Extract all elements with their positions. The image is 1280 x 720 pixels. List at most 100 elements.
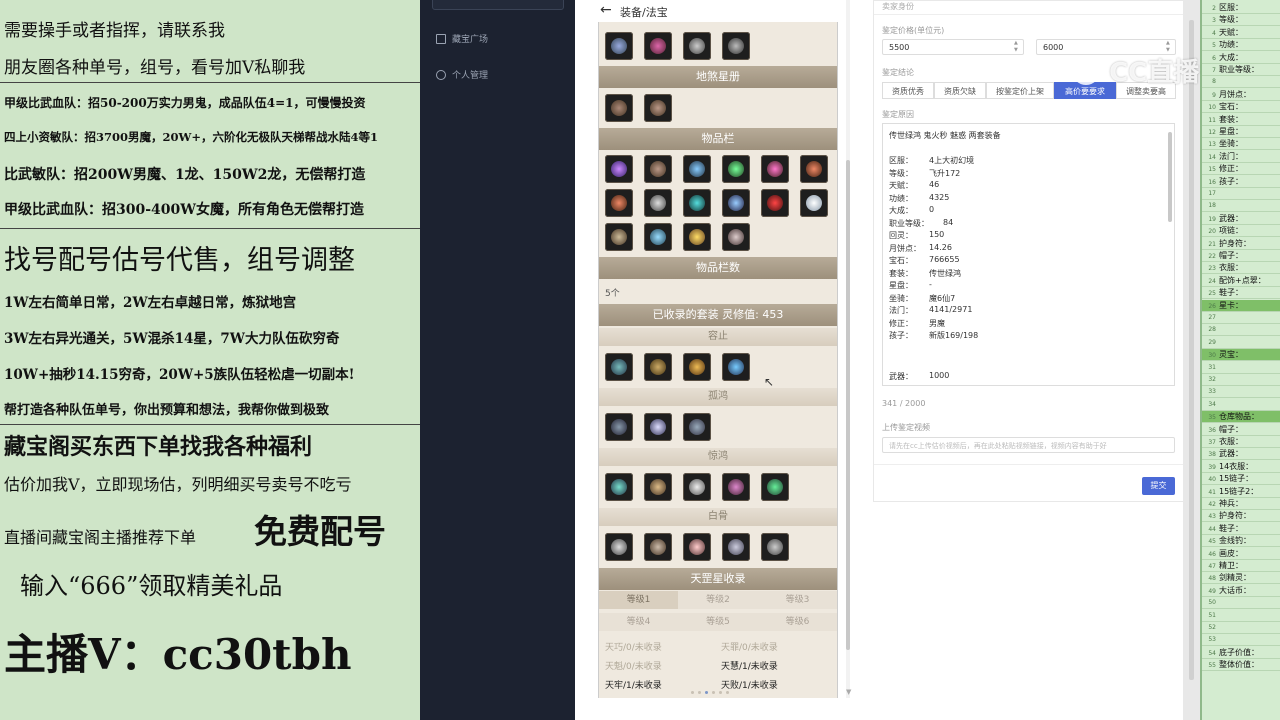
- item-icon[interactable]: [644, 32, 672, 60]
- item-icon[interactable]: [761, 189, 789, 217]
- item-icon[interactable]: [722, 32, 750, 60]
- item-icon[interactable]: [683, 413, 711, 441]
- sidebar-item-market[interactable]: 藏宝广场: [436, 32, 488, 45]
- item-icon[interactable]: [644, 533, 672, 561]
- item-icon[interactable]: [722, 533, 750, 561]
- level-tab-1[interactable]: 等级1: [599, 591, 678, 609]
- sheet-row[interactable]: 9 月饼点：: [1202, 89, 1280, 101]
- sheet-row[interactable]: 45 金线钓：: [1202, 535, 1280, 548]
- sheet-row[interactable]: 39 14衣服：: [1202, 461, 1280, 473]
- item-icon[interactable]: [605, 32, 633, 60]
- sheet-row[interactable]: 10 宝石：: [1202, 101, 1280, 114]
- item-icon[interactable]: [644, 223, 672, 251]
- item-icon[interactable]: [644, 473, 672, 501]
- sheet-row[interactable]: 42 神兵：: [1202, 498, 1280, 510]
- reason-textarea[interactable]: 传世绿鸿 鬼火秒 魅惑 两套装备 区服： 4上大初幻境 等级： 飞升172 天赋： 46 功…: [882, 123, 1175, 386]
- item-icon[interactable]: [683, 155, 711, 183]
- sheet-row[interactable]: 17: [1202, 188, 1280, 200]
- item-icon[interactable]: [644, 413, 672, 441]
- sheet-row[interactable]: 30 灵宝：: [1202, 349, 1280, 362]
- sheet-row[interactable]: 29: [1202, 337, 1280, 349]
- item-icon[interactable]: [722, 353, 750, 381]
- sheet-row[interactable]: 43 护身符：: [1202, 510, 1280, 523]
- level-tab-5[interactable]: 等级5: [678, 613, 758, 631]
- level-tab-2[interactable]: 等级2: [678, 591, 758, 609]
- sheet-row[interactable]: 53: [1202, 634, 1280, 647]
- sheet-row[interactable]: 5 功绩：: [1202, 39, 1280, 52]
- item-icon[interactable]: [722, 223, 750, 251]
- textarea-scrollbar[interactable]: [1168, 132, 1172, 222]
- item-icon[interactable]: [722, 473, 750, 501]
- back-arrow-icon[interactable]: ←: [600, 2, 612, 18]
- sheet-row[interactable]: 54 底子价值：: [1202, 647, 1280, 659]
- sheet-row[interactable]: 55 整体价值：: [1202, 659, 1280, 672]
- sheet-row[interactable]: 44 鞋子：: [1202, 523, 1280, 535]
- item-icon[interactable]: [722, 189, 750, 217]
- result-option[interactable]: 资质优秀: [882, 82, 934, 99]
- price-min-input[interactable]: 5500: [882, 39, 1024, 55]
- sheet-row[interactable]: 24 配饰+点翠：: [1202, 275, 1280, 287]
- item-icon[interactable]: [644, 353, 672, 381]
- sheet-row[interactable]: 16 孩子：: [1202, 176, 1280, 188]
- item-icon[interactable]: [683, 533, 711, 561]
- scroll-thumb[interactable]: [846, 160, 850, 650]
- sheet-row[interactable]: 14 法门：: [1202, 151, 1280, 163]
- sheet-row[interactable]: 25 鞋子：: [1202, 287, 1280, 300]
- sheet-row[interactable]: 22 帽子：: [1202, 250, 1280, 262]
- sheet-row[interactable]: 50: [1202, 597, 1280, 610]
- sheet-row[interactable]: 12 星盘：: [1202, 126, 1280, 138]
- item-icon[interactable]: [605, 94, 633, 122]
- sidebar-item-personal[interactable]: 个人管理: [436, 68, 488, 81]
- submit-button[interactable]: 提交: [1142, 477, 1175, 495]
- scrollbar[interactable]: [846, 0, 850, 698]
- sheet-row[interactable]: 18: [1202, 200, 1280, 213]
- sheet-row[interactable]: 51: [1202, 610, 1280, 622]
- item-icon[interactable]: [605, 155, 633, 183]
- sheet-row[interactable]: 52: [1202, 622, 1280, 634]
- sheet-row[interactable]: 35 仓库物品：: [1202, 411, 1280, 424]
- sheet-row[interactable]: 48 剑精灵：: [1202, 572, 1280, 585]
- item-icon[interactable]: [605, 533, 633, 561]
- item-icon[interactable]: [644, 94, 672, 122]
- sheet-row[interactable]: 36 帽子：: [1202, 424, 1280, 436]
- sheet-row[interactable]: 20 项链：: [1202, 225, 1280, 238]
- level-tab-6[interactable]: 等级6: [758, 613, 837, 631]
- result-option[interactable]: 按鉴定价上架: [986, 82, 1054, 99]
- item-icon[interactable]: [761, 155, 789, 183]
- item-icon[interactable]: [761, 473, 789, 501]
- item-icon[interactable]: [683, 223, 711, 251]
- scroll-down-icon[interactable]: ▼: [846, 688, 851, 696]
- sheet-row[interactable]: 28: [1202, 324, 1280, 337]
- item-icon[interactable]: [605, 473, 633, 501]
- sheet-row[interactable]: 15 修正：: [1202, 163, 1280, 176]
- level-tab-4[interactable]: 等级4: [599, 613, 678, 631]
- item-icon[interactable]: [683, 32, 711, 60]
- stepper-icon[interactable]: ▲ ▼: [1014, 40, 1018, 54]
- item-icon[interactable]: [644, 155, 672, 183]
- sheet-row[interactable]: 11 套装：: [1202, 114, 1280, 126]
- sheet-row[interactable]: 23 衣服：: [1202, 262, 1280, 275]
- item-icon[interactable]: [800, 155, 828, 183]
- sheet-row[interactable]: 19 武器：: [1202, 213, 1280, 225]
- item-icon[interactable]: [722, 155, 750, 183]
- phone-view[interactable]: 地煞星册 物品栏 物品栏数 5个 已收录的套装 灵修值: 453 容止 孤鸿 惊…: [598, 0, 838, 698]
- result-option[interactable]: 资质欠缺: [934, 82, 986, 99]
- item-icon[interactable]: [605, 223, 633, 251]
- sheet-row[interactable]: 4 天赋：: [1202, 27, 1280, 39]
- scroll-thumb[interactable]: [1189, 20, 1194, 680]
- sheet-row[interactable]: 3 等级：: [1202, 14, 1280, 27]
- item-icon[interactable]: [605, 189, 633, 217]
- upload-link-input[interactable]: 请先在cc上传估价视频后，再在此处粘贴视频链接，视频内容有助于好: [882, 437, 1175, 453]
- item-icon[interactable]: [683, 473, 711, 501]
- item-icon[interactable]: [605, 413, 633, 441]
- sheet-row[interactable]: 40 15链子：: [1202, 473, 1280, 486]
- item-icon[interactable]: [605, 353, 633, 381]
- sheet-row[interactable]: 38 武器：: [1202, 448, 1280, 461]
- sheet-row[interactable]: 49 大话币：: [1202, 585, 1280, 597]
- sheet-row[interactable]: 33: [1202, 386, 1280, 399]
- item-icon[interactable]: [644, 189, 672, 217]
- sheet-row[interactable]: 46 画皮：: [1202, 548, 1280, 560]
- panel-scroll-strip[interactable]: [1183, 0, 1200, 720]
- level-tab-3[interactable]: 等级3: [758, 591, 837, 609]
- sheet-row[interactable]: 27: [1202, 312, 1280, 324]
